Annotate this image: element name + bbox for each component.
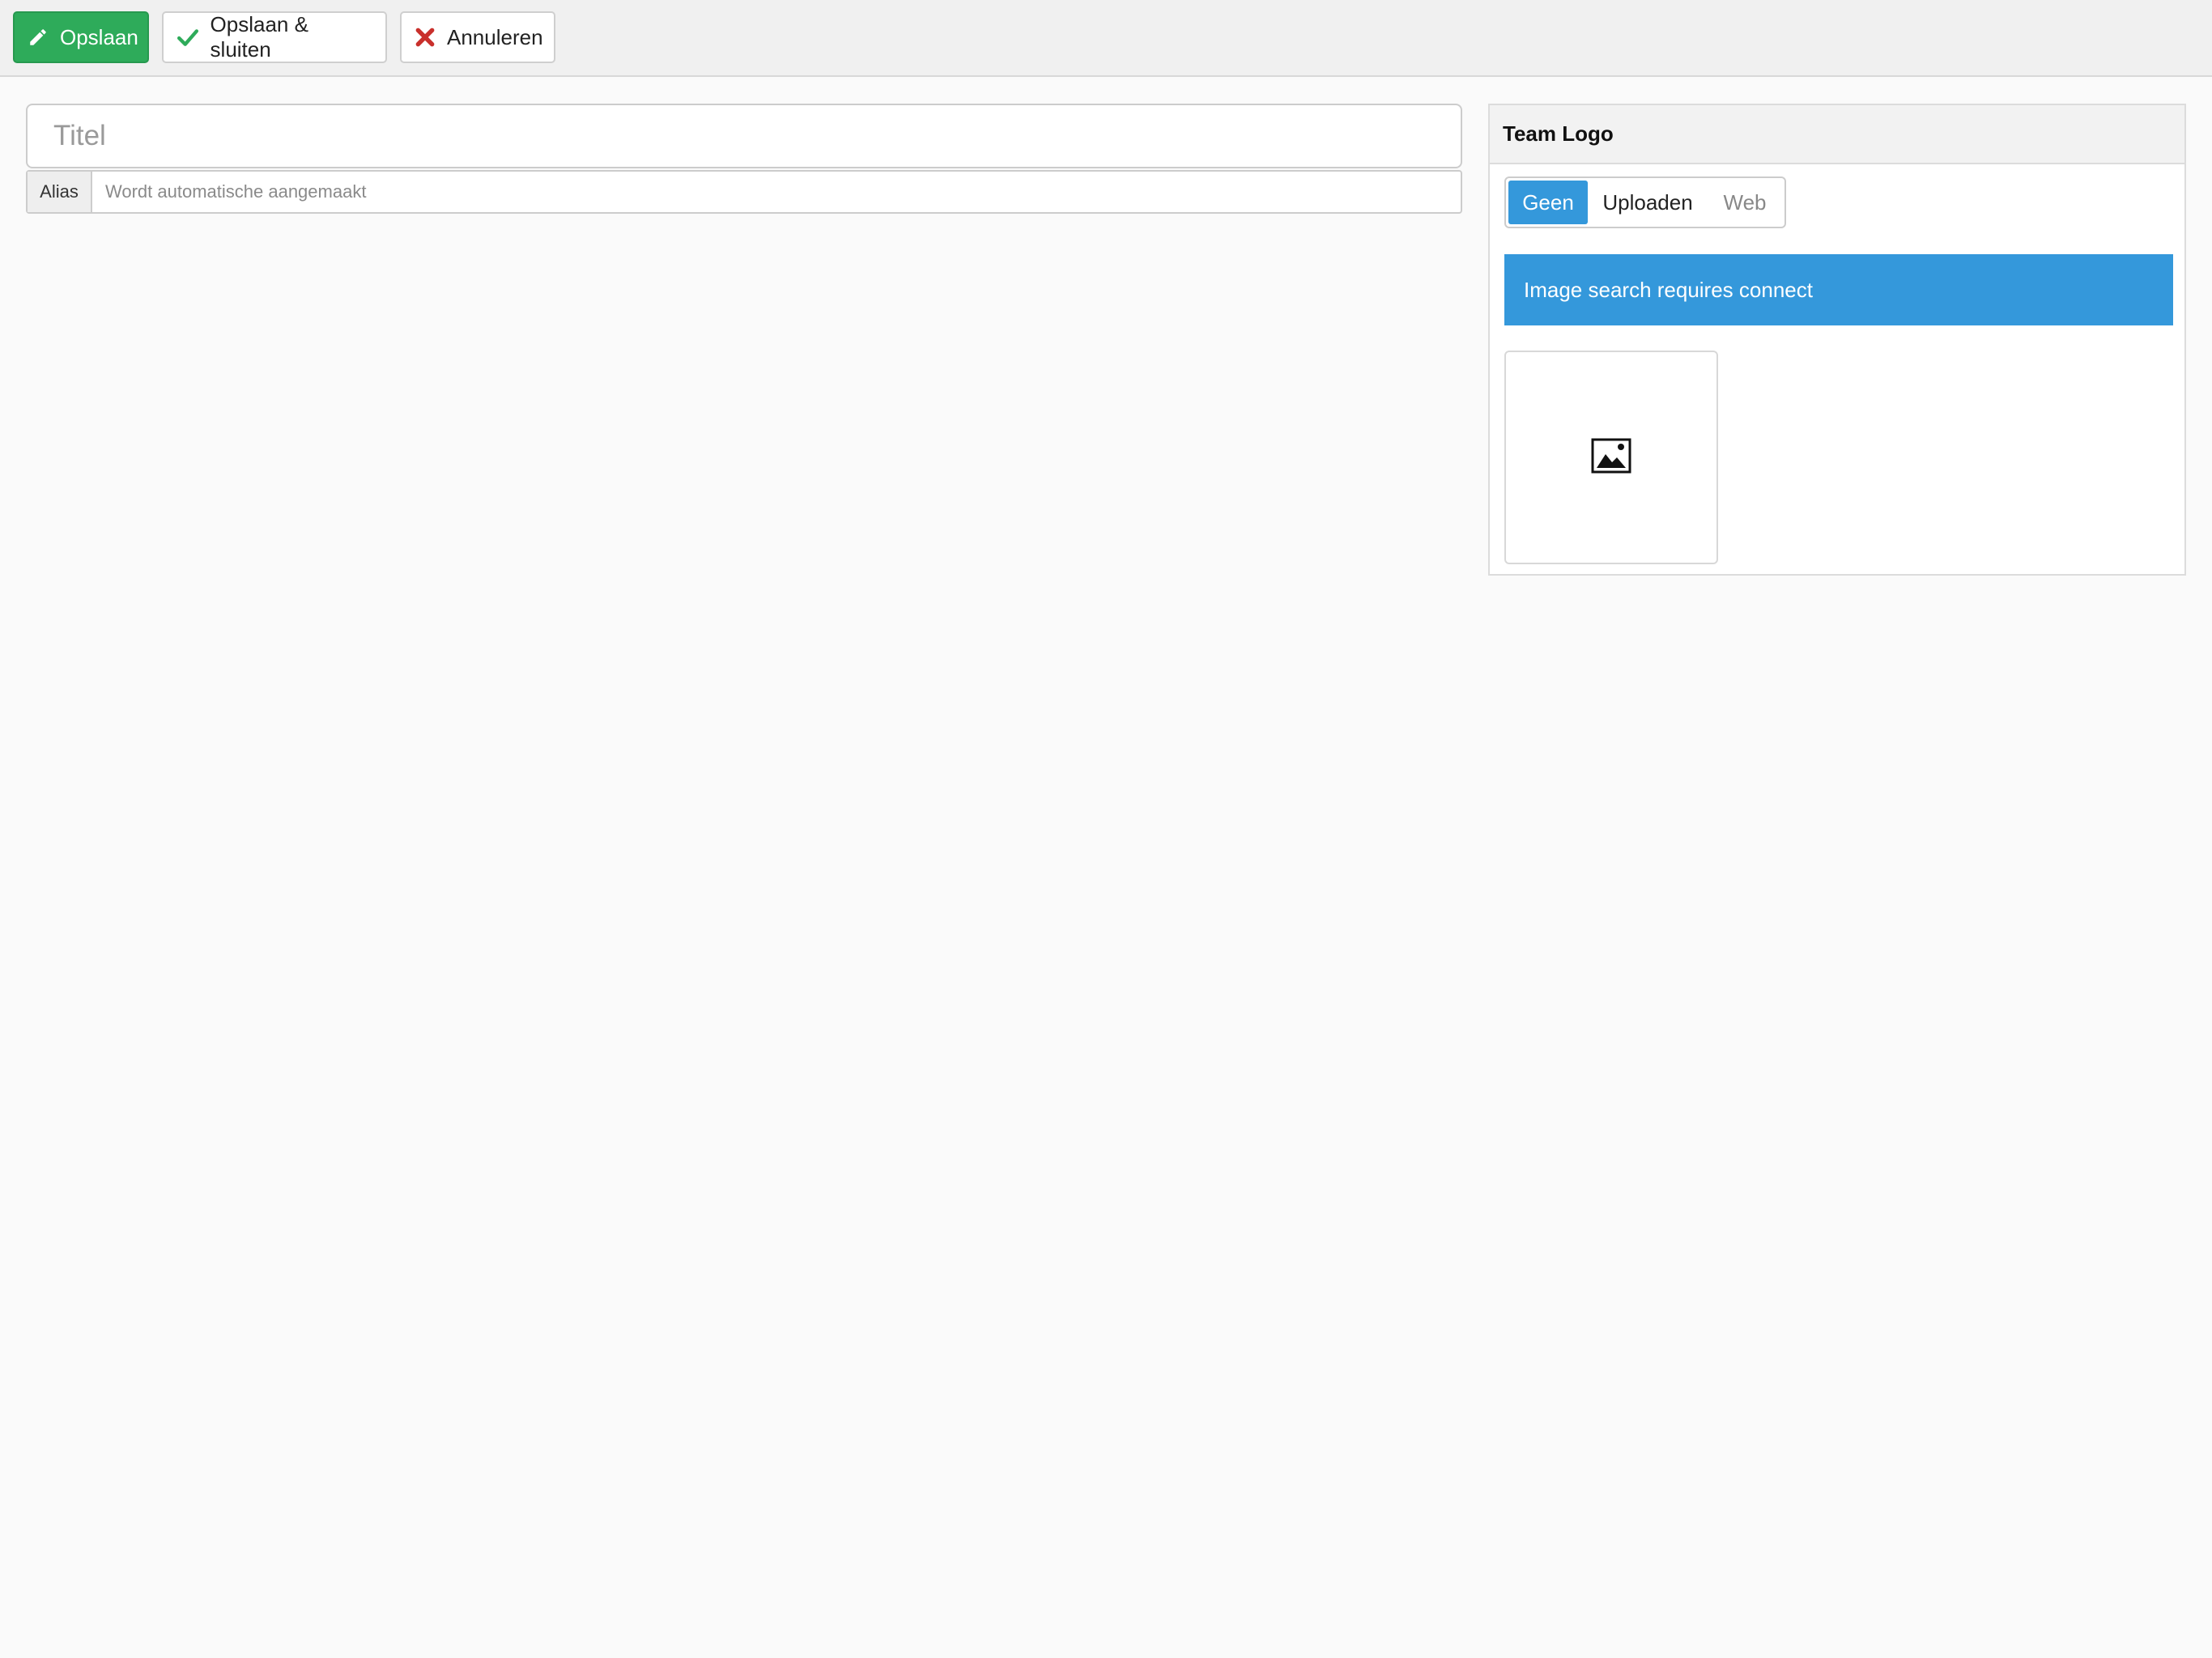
team-logo-panel: Team Logo Geen Uploaden Web Image search… bbox=[1488, 104, 2186, 576]
logo-source-switcher: Geen Uploaden Web bbox=[1504, 176, 1786, 228]
info-message: Image search requires connect bbox=[1504, 254, 2173, 325]
toolbar: Opslaan Opslaan & sluiten Annuleren bbox=[0, 0, 2212, 77]
image-icon bbox=[1591, 438, 1631, 478]
alias-input[interactable] bbox=[92, 172, 1461, 212]
alias-label: Alias bbox=[28, 172, 92, 212]
cancel-button[interactable]: Annuleren bbox=[400, 11, 555, 63]
option-geen[interactable]: Geen bbox=[1508, 181, 1588, 224]
save-close-button-label: Opslaan & sluiten bbox=[210, 12, 308, 62]
alias-row: Alias bbox=[26, 170, 1462, 214]
save-button-label: Opslaan bbox=[60, 24, 138, 49]
check-icon bbox=[177, 26, 199, 49]
option-web[interactable]: Web bbox=[1708, 181, 1782, 224]
pencil-icon bbox=[28, 26, 49, 49]
x-icon bbox=[415, 26, 436, 49]
team-logo-header: Team Logo bbox=[1490, 105, 2184, 164]
option-uploaden[interactable]: Uploaden bbox=[1588, 181, 1708, 224]
title-input[interactable] bbox=[26, 104, 1462, 168]
logo-preview[interactable] bbox=[1504, 351, 1718, 564]
cancel-button-label: Annuleren bbox=[447, 24, 543, 49]
save-button[interactable]: Opslaan bbox=[13, 11, 149, 63]
save-close-button[interactable]: Opslaan & sluiten bbox=[162, 11, 387, 63]
